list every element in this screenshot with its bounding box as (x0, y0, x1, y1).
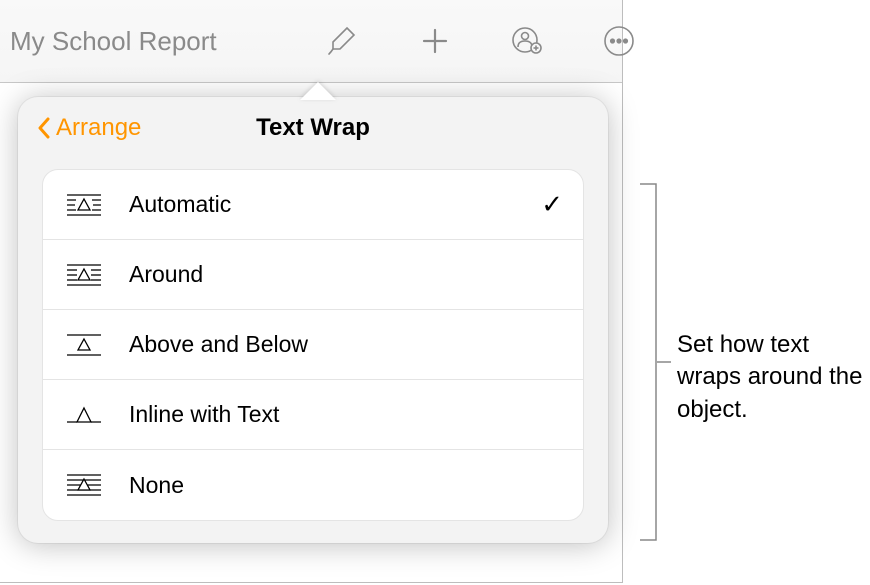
chevron-left-icon (36, 116, 52, 140)
wrap-option-none[interactable]: None (43, 450, 583, 520)
checkmark-icon: ✓ (541, 189, 563, 220)
wrap-option-above-below[interactable]: Above and Below (43, 310, 583, 380)
text-wrap-popover: Arrange Text Wrap (18, 97, 608, 543)
wrap-option-around[interactable]: Around (43, 240, 583, 310)
insert-plus-icon[interactable] (417, 23, 453, 59)
back-label: Arrange (56, 114, 141, 142)
wrap-around-icon (63, 260, 105, 290)
toolbar: My School Report (0, 0, 622, 83)
wrap-none-icon (63, 470, 105, 500)
wrap-option-label: Around (129, 261, 563, 288)
callout-text: Set how text wraps around the object. (677, 329, 870, 426)
popover-header: Arrange Text Wrap (18, 97, 608, 159)
wrap-option-label: None (129, 472, 563, 499)
wrap-option-label: Above and Below (129, 331, 563, 358)
wrap-option-label: Automatic (129, 191, 541, 218)
callout-bracket (639, 183, 657, 541)
more-icon[interactable] (601, 23, 637, 59)
app-window: My School Report (0, 0, 623, 583)
wrap-option-automatic[interactable]: Automatic ✓ (43, 170, 583, 240)
document-title: My School Report (10, 26, 217, 57)
callout-stub (657, 361, 671, 363)
collaborate-icon[interactable] (509, 23, 545, 59)
popover-title: Text Wrap (256, 114, 370, 142)
wrap-above-below-icon (63, 330, 105, 360)
popover-container: Arrange Text Wrap (18, 81, 608, 543)
format-brush-icon[interactable] (325, 23, 361, 59)
wrap-automatic-icon (63, 190, 105, 220)
toolbar-icons (325, 23, 637, 59)
wrap-options-list: Automatic ✓ (42, 169, 584, 521)
popover-arrow (300, 81, 336, 99)
wrap-inline-icon (63, 400, 105, 430)
wrap-option-label: Inline with Text (129, 401, 563, 428)
wrap-option-inline[interactable]: Inline with Text (43, 380, 583, 450)
back-button[interactable]: Arrange (36, 97, 141, 159)
